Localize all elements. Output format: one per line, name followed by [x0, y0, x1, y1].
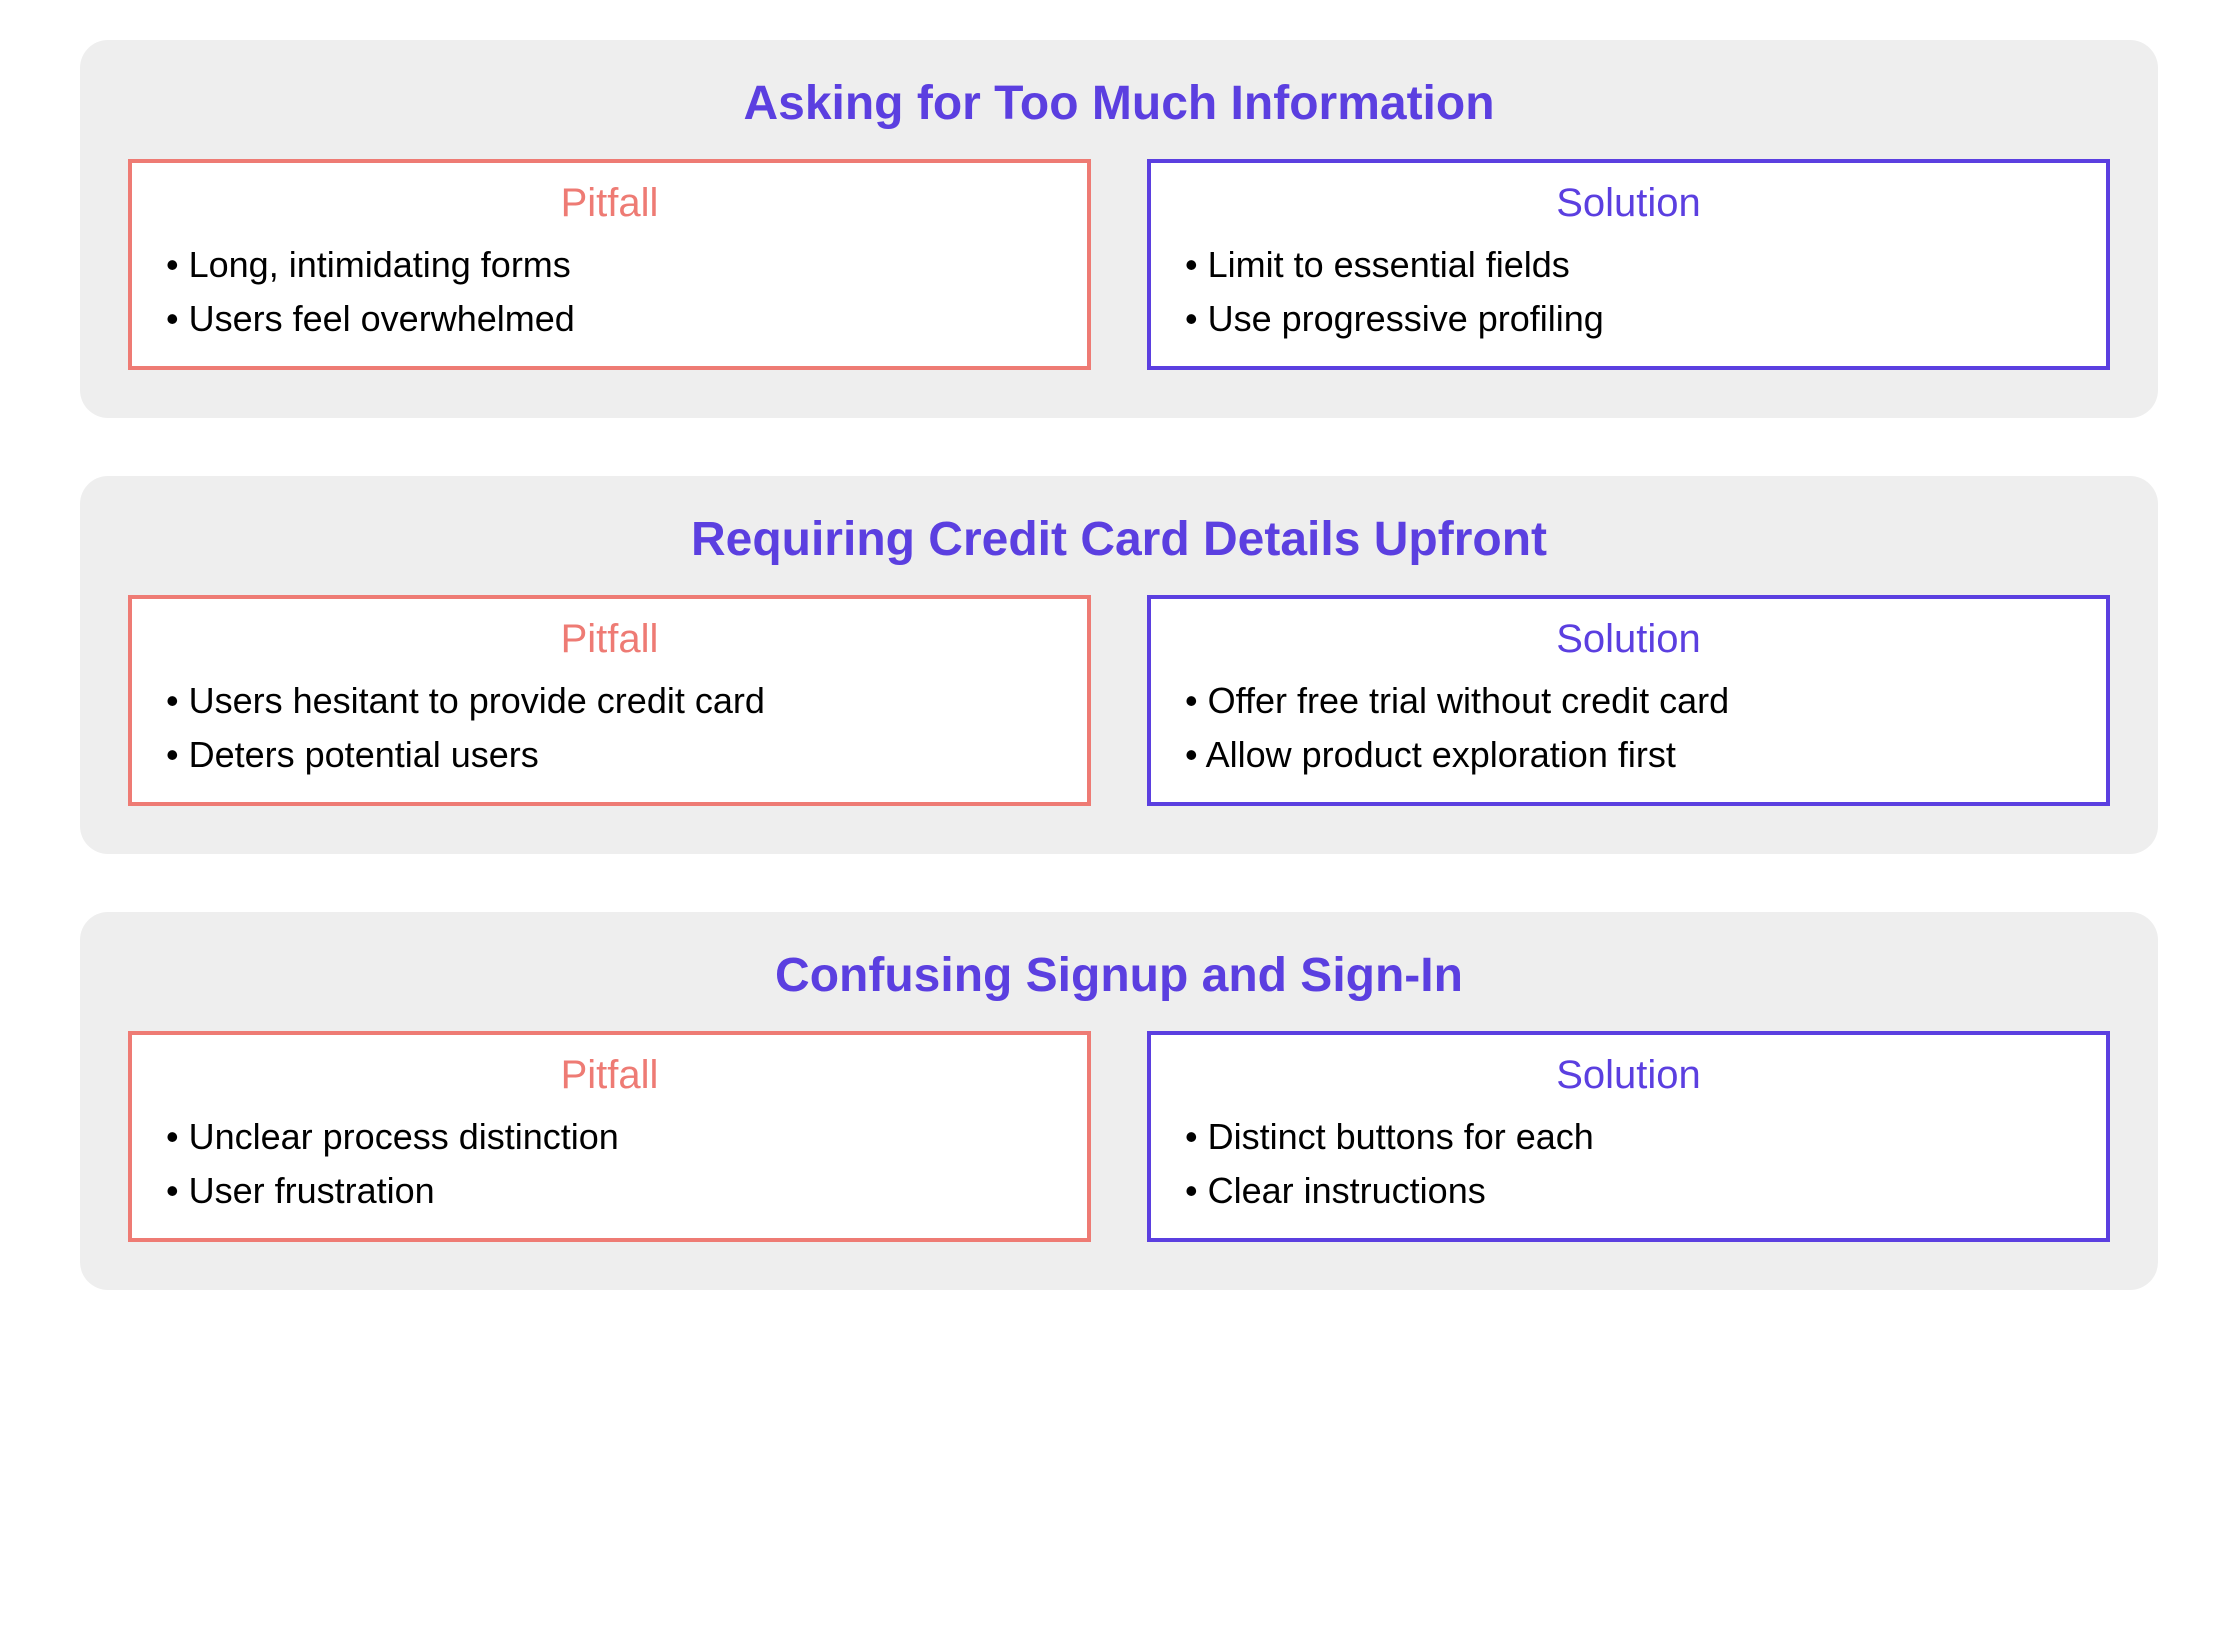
bullet-text: Limit to essential fields: [1208, 244, 1570, 285]
pitfall-bullet-list: • Long, intimidating forms • Users feel …: [160, 238, 1059, 346]
pitfall-bullet-list: • Users hesitant to provide credit card …: [160, 674, 1059, 782]
list-item: • Clear instructions: [1185, 1164, 2078, 1218]
solution-card-title: Solution: [1179, 181, 2078, 226]
list-item: • Allow product exploration first: [1185, 728, 2078, 782]
list-item: • Offer free trial without credit card: [1185, 674, 2078, 728]
section-title: Asking for Too Much Information: [128, 76, 2110, 131]
solution-bullet-list: • Distinct buttons for each • Clear inst…: [1179, 1110, 2078, 1218]
bullet-text: User frustration: [189, 1170, 435, 1211]
solution-card: Solution • Limit to essential fields • U…: [1147, 159, 2110, 370]
section-columns: Pitfall • Long, intimidating forms • Use…: [128, 159, 2110, 370]
list-item: • Limit to essential fields: [1185, 238, 2078, 292]
list-item: • Deters potential users: [166, 728, 1059, 782]
bullet-text: Use progressive profiling: [1208, 298, 1604, 339]
list-item: • Distinct buttons for each: [1185, 1110, 2078, 1164]
section-title: Confusing Signup and Sign-In: [128, 948, 2110, 1003]
pitfall-bullet-list: • Unclear process distinction • User fru…: [160, 1110, 1059, 1218]
bullet-text: Users feel overwhelmed: [189, 298, 575, 339]
section-too-much-info: Asking for Too Much Information Pitfall …: [80, 40, 2158, 418]
solution-bullet-list: • Offer free trial without credit card •…: [1179, 674, 2078, 782]
bullet-text: Distinct buttons for each: [1208, 1116, 1594, 1157]
pitfall-card: Pitfall • Unclear process distinction • …: [128, 1031, 1091, 1242]
section-columns: Pitfall • Unclear process distinction • …: [128, 1031, 2110, 1242]
solution-card: Solution • Distinct buttons for each • C…: [1147, 1031, 2110, 1242]
section-title: Requiring Credit Card Details Upfront: [128, 512, 2110, 567]
bullet-text: Users hesitant to provide credit card: [189, 680, 765, 721]
solution-card: Solution • Offer free trial without cred…: [1147, 595, 2110, 806]
pitfall-card-title: Pitfall: [160, 181, 1059, 226]
pitfall-card-title: Pitfall: [160, 1053, 1059, 1098]
solution-card-title: Solution: [1179, 617, 2078, 662]
list-item: • Use progressive profiling: [1185, 292, 2078, 346]
bullet-text: Long, intimidating forms: [189, 244, 571, 285]
bullet-text: Allow product exploration first: [1206, 734, 1676, 775]
bullet-text: Deters potential users: [189, 734, 539, 775]
list-item: • Users feel overwhelmed: [166, 292, 1059, 346]
bullet-text: Clear instructions: [1208, 1170, 1486, 1211]
pitfall-card: Pitfall • Users hesitant to provide cred…: [128, 595, 1091, 806]
pitfall-card-title: Pitfall: [160, 617, 1059, 662]
list-item: • Unclear process distinction: [166, 1110, 1059, 1164]
list-item: • User frustration: [166, 1164, 1059, 1218]
section-columns: Pitfall • Users hesitant to provide cred…: [128, 595, 2110, 806]
list-item: • Users hesitant to provide credit card: [166, 674, 1059, 728]
solution-card-title: Solution: [1179, 1053, 2078, 1098]
pitfall-card: Pitfall • Long, intimidating forms • Use…: [128, 159, 1091, 370]
bullet-text: Unclear process distinction: [189, 1116, 619, 1157]
section-credit-card: Requiring Credit Card Details Upfront Pi…: [80, 476, 2158, 854]
solution-bullet-list: • Limit to essential fields • Use progre…: [1179, 238, 2078, 346]
list-item: • Long, intimidating forms: [166, 238, 1059, 292]
section-signup-signin: Confusing Signup and Sign-In Pitfall • U…: [80, 912, 2158, 1290]
bullet-text: Offer free trial without credit card: [1208, 680, 1730, 721]
page-container: Asking for Too Much Information Pitfall …: [0, 0, 2238, 1388]
